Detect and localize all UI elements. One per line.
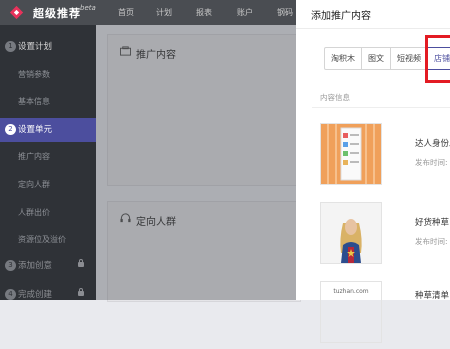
- step-label: 添加创意: [18, 261, 53, 271]
- thumbnail-caption: tuzhan.com: [333, 288, 369, 295]
- content-thumbnail: [320, 202, 382, 264]
- item-title: 达人身份发: [415, 139, 450, 149]
- item-publish-time: 发布时间:: [415, 237, 448, 246]
- sidebar-item-basic-info[interactable]: 基本信息: [18, 96, 50, 107]
- nav-plan[interactable]: 计划: [156, 0, 172, 25]
- tab-image-text[interactable]: 图文: [362, 48, 391, 69]
- tab-short-video[interactable]: 短视频: [391, 48, 428, 69]
- item-publish-time: 发布时间:: [415, 158, 448, 167]
- item-title: 好货种草: [415, 218, 450, 228]
- modal-overlay[interactable]: [96, 25, 296, 300]
- logo-icon: [9, 5, 24, 20]
- beta-badge: beta: [80, 4, 96, 12]
- content-thumbnail: tuzhan.com: [320, 281, 382, 343]
- list-item[interactable]: 达人身份发 发布时间:: [312, 115, 450, 191]
- sidebar-item-promo-content[interactable]: 推广内容: [18, 151, 50, 162]
- sidebar-item-marketing-params[interactable]: 营销参数: [18, 69, 50, 80]
- step-number: 2: [5, 124, 16, 135]
- content-info-header: 内容信息: [320, 93, 350, 102]
- drawer-title: 添加推广内容: [311, 11, 371, 22]
- sidebar-item-placement-premium[interactable]: 资源位及溢价: [18, 234, 66, 245]
- divider: [312, 107, 450, 108]
- step-number: 4: [5, 289, 16, 300]
- step-set-plan[interactable]: 1 设置计划: [0, 35, 96, 59]
- nav-extra[interactable]: 钢码: [277, 0, 293, 25]
- step-number: 1: [5, 41, 16, 52]
- step-number: 3: [5, 260, 16, 271]
- step-finish-create[interactable]: 4 完成创建: [0, 283, 96, 307]
- nav-account[interactable]: 账户: [237, 0, 253, 25]
- content-thumbnail: [320, 123, 382, 185]
- brand-name: 超级推荐: [33, 7, 81, 20]
- lock-icon: [78, 288, 84, 296]
- item-title: 种草清单: [415, 291, 450, 301]
- nav-home[interactable]: 首页: [118, 0, 134, 25]
- lock-icon: [78, 259, 84, 267]
- nav-report[interactable]: 报表: [196, 0, 212, 25]
- highlight-annotation: [425, 35, 450, 83]
- tab-taojimu[interactable]: 淘积木: [325, 48, 362, 69]
- step-label: 设置计划: [18, 42, 53, 52]
- step-set-unit[interactable]: 2 设置单元: [0, 118, 96, 142]
- step-label: 完成创建: [18, 290, 53, 300]
- step-label: 设置单元: [18, 125, 53, 135]
- step-add-creative[interactable]: 3 添加创意: [0, 254, 96, 278]
- list-item[interactable]: tuzhan.com 种草清单: [312, 273, 450, 349]
- divider: [296, 28, 450, 29]
- sidebar: 1 设置计划 营销参数 基本信息 2 设置单元 推广内容 定向人群 人群出价 资…: [0, 25, 96, 300]
- list-item[interactable]: 好货种草 发布时间:: [312, 194, 450, 270]
- sidebar-item-target-audience[interactable]: 定向人群: [18, 179, 50, 190]
- sidebar-item-audience-bid[interactable]: 人群出价: [18, 207, 50, 218]
